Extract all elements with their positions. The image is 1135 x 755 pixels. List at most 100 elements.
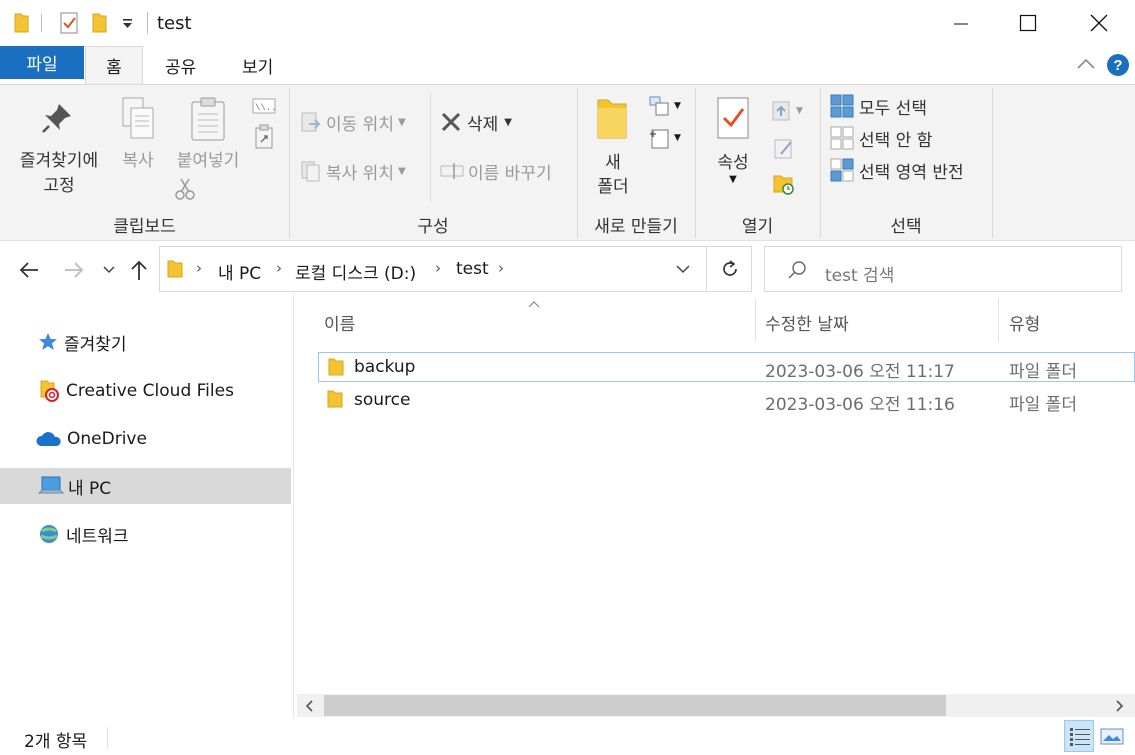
- column-header-name[interactable]: 이름: [324, 310, 355, 335]
- edit-icon[interactable]: [772, 137, 796, 161]
- address-dropdown-icon[interactable]: [676, 264, 690, 274]
- properties-dropdown-icon: ▼: [729, 174, 737, 185]
- copy-to-icon: [301, 161, 320, 182]
- close-button[interactable]: [1068, 0, 1130, 46]
- column-separator[interactable]: [998, 298, 999, 342]
- paste-shortcut-icon[interactable]: [254, 124, 274, 150]
- forward-icon[interactable]: [63, 260, 85, 280]
- move-to-button[interactable]: 이동 위치 ▼: [300, 106, 424, 138]
- nav-item-quick-access[interactable]: 즐겨찾기: [0, 324, 291, 360]
- easy-access-icon: [650, 129, 669, 149]
- breadcrumb-chevron-icon[interactable]: ›: [276, 259, 282, 277]
- select-all-button[interactable]: 모두 선택: [830, 92, 990, 120]
- nav-item-network[interactable]: 네트워크: [0, 516, 291, 552]
- new-item-button[interactable]: ▼: [648, 94, 688, 118]
- new-group-label: 새로 만들기: [594, 217, 678, 237]
- select-none-button[interactable]: 선택 안 함: [830, 124, 990, 152]
- scrollbar-thumb[interactable]: [324, 695, 946, 716]
- select-none-icon: [830, 126, 854, 150]
- svg-text:?: ?: [1113, 57, 1122, 74]
- delete-button[interactable]: 삭제 ▼: [440, 106, 532, 138]
- history-icon[interactable]: [772, 172, 796, 196]
- copy-button[interactable]: 복사: [112, 96, 164, 176]
- invert-selection-icon: [830, 158, 854, 182]
- star-icon: [39, 333, 57, 350]
- breadcrumb-item[interactable]: 내 PC: [218, 259, 261, 284]
- network-icon: [40, 525, 58, 543]
- close-icon: [1090, 14, 1108, 32]
- collapse-ribbon-icon[interactable]: [1076, 57, 1096, 71]
- tab-share[interactable]: 공유: [165, 53, 196, 78]
- rename-button[interactable]: 이름 바꾸기: [440, 155, 570, 187]
- refresh-icon[interactable]: [720, 259, 740, 279]
- copy-to-button[interactable]: 복사 위치 ▼: [300, 155, 424, 187]
- open-button[interactable]: ▼: [770, 98, 810, 124]
- qat-customize-icon[interactable]: [122, 19, 134, 29]
- new-folder-large-icon: [597, 99, 627, 139]
- recent-locations-icon[interactable]: [102, 264, 116, 276]
- horizontal-scrollbar[interactable]: [297, 694, 1135, 717]
- select-group-label: 선택: [890, 217, 922, 237]
- open-group-label: 열기: [741, 217, 774, 237]
- large-icons-view-button[interactable]: [1098, 720, 1128, 752]
- select-all-icon: [830, 94, 854, 118]
- properties-icon[interactable]: [59, 12, 79, 34]
- invert-selection-button[interactable]: 선택 영역 반전: [830, 156, 990, 184]
- table-row[interactable]: source 2023-03-06 오전 11:16 파일 폴더: [318, 385, 1135, 415]
- new-folder-icon[interactable]: [92, 12, 108, 34]
- pin-to-quick-access-button[interactable]: 즐겨찾기에 고정: [8, 96, 110, 202]
- new-folder-button[interactable]: 새 폴더: [588, 94, 638, 204]
- nav-item-onedrive[interactable]: OneDrive: [0, 421, 291, 457]
- ribbon-group-separator: [992, 88, 993, 238]
- breadcrumb-chevron-icon[interactable]: ›: [498, 259, 504, 277]
- help-icon[interactable]: ?: [1106, 53, 1130, 77]
- tab-file[interactable]: 파일: [0, 46, 84, 79]
- breadcrumb-item[interactable]: test: [456, 259, 489, 279]
- folder-icon: [167, 260, 183, 278]
- copy-path-icon[interactable]: \\...: [252, 98, 276, 114]
- delete-dropdown-icon: ▼: [504, 116, 512, 128]
- rename-icon: [440, 163, 464, 179]
- open-dropdown-icon: ▼: [796, 106, 803, 116]
- minimize-button[interactable]: [930, 0, 992, 46]
- address-bar[interactable]: › 내 PC › 로컬 디스크 (D:) › test ›: [159, 246, 752, 292]
- pin-label-line1: 즐겨찾기에: [19, 151, 99, 171]
- new-item-dropdown-icon: ▼: [674, 101, 681, 111]
- nav-item-label: 내 PC: [68, 478, 112, 499]
- address-divider: [706, 247, 707, 291]
- breadcrumb-chevron-icon[interactable]: ›: [435, 259, 441, 277]
- column-header-modified[interactable]: 수정한 날짜: [765, 310, 849, 335]
- back-icon[interactable]: [18, 260, 40, 280]
- breadcrumb-item[interactable]: 로컬 디스크 (D:): [295, 259, 416, 284]
- nav-item-creative-cloud[interactable]: Creative Cloud Files: [0, 373, 291, 409]
- cut-icon[interactable]: [173, 177, 197, 201]
- details-view-button[interactable]: [1064, 720, 1094, 752]
- tab-home[interactable]: 홈: [85, 46, 143, 84]
- maximize-icon: [1019, 14, 1037, 32]
- file-type: 파일 폴더: [1009, 395, 1077, 415]
- nav-item-this-pc[interactable]: 내 PC: [0, 468, 291, 504]
- select-none-label: 선택 안 함: [859, 130, 933, 151]
- copy-to-label: 복사 위치: [326, 163, 394, 184]
- column-separator[interactable]: [755, 298, 756, 342]
- properties-button[interactable]: 속성 ▼: [706, 94, 760, 204]
- folder-icon: [327, 390, 343, 408]
- minimize-icon: [954, 23, 968, 25]
- search-box[interactable]: test 검색: [764, 246, 1122, 292]
- table-row[interactable]: backup 2023-03-06 오전 11:17 파일 폴더: [318, 352, 1135, 382]
- easy-access-button[interactable]: ▼: [648, 126, 688, 150]
- search-placeholder: test 검색: [825, 266, 895, 286]
- scroll-right-icon[interactable]: [1115, 699, 1125, 713]
- tab-view[interactable]: 보기: [242, 53, 273, 78]
- this-pc-icon: [38, 476, 64, 494]
- up-icon[interactable]: [128, 258, 150, 282]
- move-to-icon: [301, 112, 321, 132]
- folder-icon: [14, 13, 29, 33]
- creative-cloud-icon: [40, 380, 59, 402]
- column-header-type[interactable]: 유형: [1009, 310, 1040, 335]
- maximize-button[interactable]: [997, 0, 1059, 46]
- scroll-left-icon[interactable]: [304, 699, 314, 713]
- paste-button[interactable]: 붙여넣기: [168, 96, 248, 176]
- move-to-dropdown-icon: ▼: [397, 116, 406, 128]
- qat-separator: [41, 14, 42, 32]
